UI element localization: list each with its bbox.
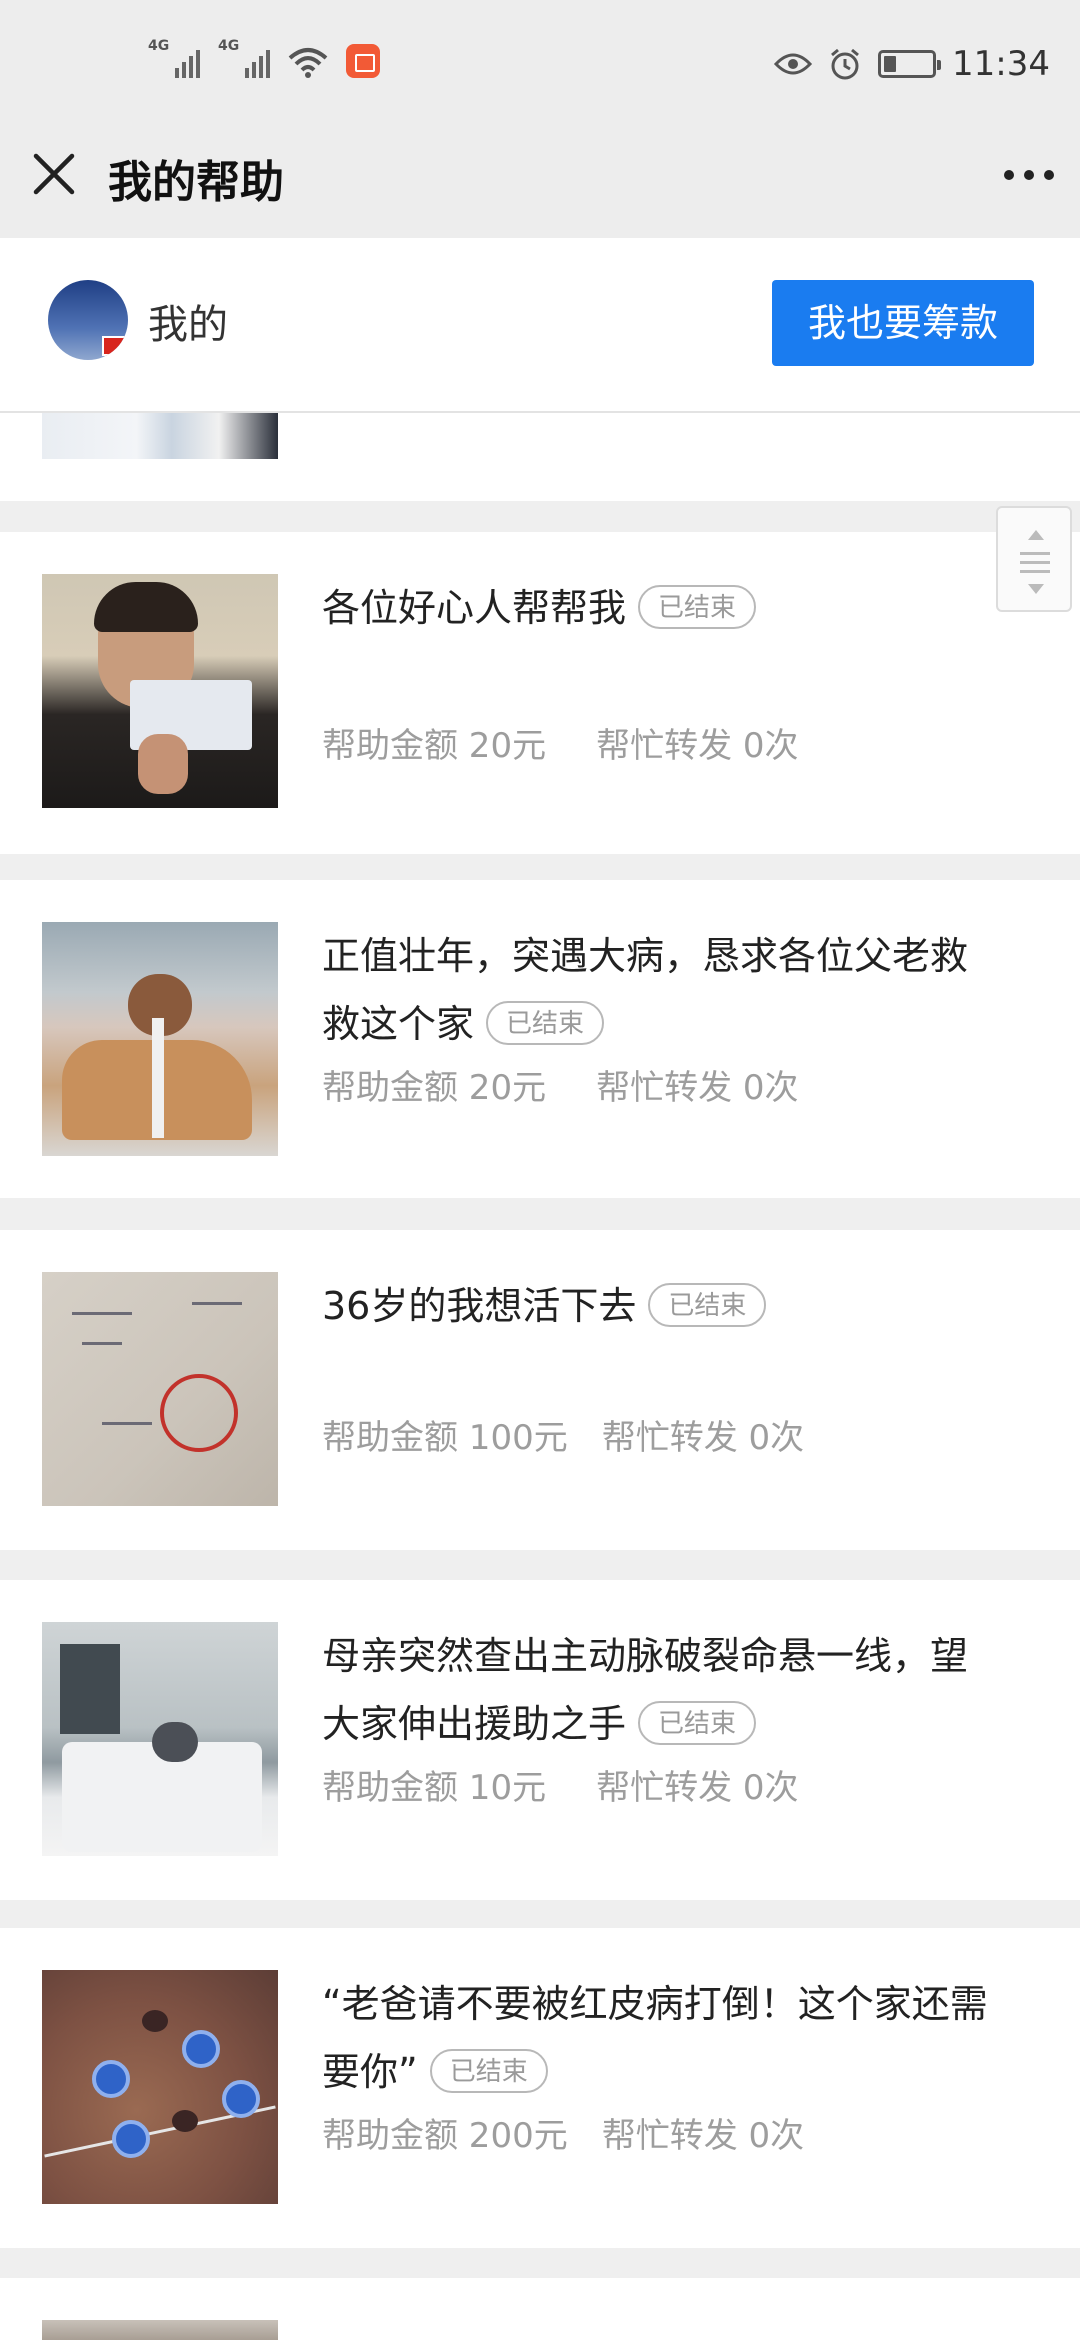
alarm-icon xyxy=(831,48,859,80)
title-bar: 我的帮助 xyxy=(0,130,1080,238)
signal-icon: 4G xyxy=(148,38,200,78)
system-indicators: 11:34 xyxy=(774,44,1050,84)
item-stats: 帮助金额 20元 帮忙转发 0次 xyxy=(322,718,799,767)
list-item[interactable]: “老爸请不要被红皮病打倒！这个家还需要你” 已结束 帮助金额 200元 帮忙转发 0… xyxy=(0,1928,1080,2248)
status-badge: 已结束 xyxy=(429,2048,548,2093)
avatar[interactable] xyxy=(48,280,128,360)
battery-icon xyxy=(878,50,942,78)
list-item[interactable]: 36岁的我想活下去 已结束 帮助金额 100元 帮忙转发 0次 xyxy=(0,1230,1080,1550)
share-count: 帮忙转发 0次 xyxy=(596,1068,799,1108)
item-title: “老爸请不要被红皮病打倒！这个家还需要你” 已结束 xyxy=(322,1982,988,2094)
thumbnail-image xyxy=(42,2320,278,2340)
help-amount: 帮助金额 20元 xyxy=(322,1068,547,1108)
status-badge: 已结束 xyxy=(638,584,757,629)
status-badge: 已结束 xyxy=(486,1000,605,1045)
wifi-icon xyxy=(288,48,328,78)
help-amount: 帮助金额 100元 xyxy=(322,1418,568,1458)
share-count: 帮忙转发 0次 xyxy=(601,1418,805,1458)
item-stats: 帮助金额 20元 帮忙转发 0次 xyxy=(322,1060,799,1109)
item-title: 36岁的我想活下去 已结束 xyxy=(322,1272,1002,1340)
network-indicators: 4G 4G xyxy=(148,38,380,78)
signal-icon: 4G xyxy=(218,38,270,78)
help-amount: 帮助金额 200元 xyxy=(322,2116,568,2156)
scroll-handle[interactable] xyxy=(996,506,1072,612)
status-badge: 已结束 xyxy=(638,1700,757,1745)
status-bar: 4G 4G 11:34 xyxy=(0,0,1080,130)
list-item[interactable]: 正值壮年，突遇大病，恳求各位父老救救这个家 已结束 帮助金额 20元 帮忙转发 0次 xyxy=(0,880,1080,1198)
item-title: 各位好心人帮帮我 已结束 xyxy=(322,574,1002,642)
app-notification-icon xyxy=(346,44,380,78)
thumbnail-image xyxy=(42,1970,278,2204)
page-title: 我的帮助 xyxy=(108,157,284,208)
thumbnail-image xyxy=(42,1622,278,1856)
clock: 11:34 xyxy=(952,44,1050,84)
share-count: 帮忙转发 0次 xyxy=(596,1768,799,1808)
raise-funds-button[interactable]: 我也要筹款 xyxy=(772,280,1034,366)
item-stats: 帮助金额 100元 帮忙转发 0次 xyxy=(322,1410,804,1459)
list-item[interactable]: 母亲突然查出主动脉破裂命悬一线，望大家伸出援助之手 已结束 帮助金额 10元 帮忙转… xyxy=(0,1580,1080,1900)
item-stats: 帮助金额 200元 帮忙转发 0次 xyxy=(322,2108,804,2157)
list-item[interactable] xyxy=(0,413,1080,501)
flag-icon xyxy=(102,336,126,356)
share-count: 帮忙转发 0次 xyxy=(601,2116,805,2156)
thumbnail-image xyxy=(42,574,278,808)
user-name: 我的 xyxy=(148,302,228,348)
status-badge: 已结束 xyxy=(648,1282,767,1327)
user-bar: 我的 我也要筹款 xyxy=(0,238,1080,413)
item-stats: 帮助金额 10元 帮忙转发 0次 xyxy=(322,1760,799,1809)
more-icon[interactable] xyxy=(1004,170,1054,180)
list-item[interactable] xyxy=(0,2278,1080,2340)
item-title: 正值壮年，突遇大病，恳求各位父老救救这个家 已结束 xyxy=(322,934,969,1046)
thumbnail-image xyxy=(42,922,278,1156)
item-title: 母亲突然查出主动脉破裂命悬一线，望大家伸出援助之手 已结束 xyxy=(322,1634,969,1746)
help-amount: 帮助金额 20元 xyxy=(322,726,547,766)
share-count: 帮忙转发 0次 xyxy=(596,726,799,766)
list-item[interactable]: 各位好心人帮帮我 已结束 帮助金额 20元 帮忙转发 0次 xyxy=(0,532,1080,854)
thumbnail-image xyxy=(42,1272,278,1506)
thumbnail-image xyxy=(42,413,278,459)
help-amount: 帮助金额 10元 xyxy=(322,1768,547,1808)
close-icon[interactable] xyxy=(30,150,78,198)
eye-icon xyxy=(774,53,813,75)
